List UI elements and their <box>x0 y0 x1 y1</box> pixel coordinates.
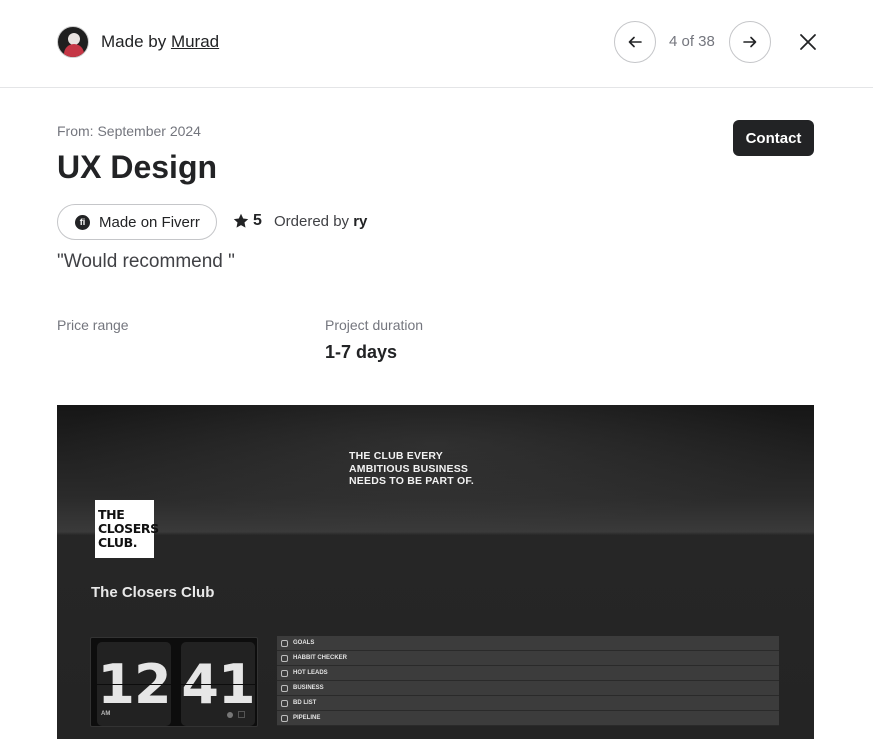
list-item: HABBIT CHECKER <box>277 651 779 666</box>
goals-icon <box>281 639 288 647</box>
rating-value: 5 <box>253 212 262 229</box>
next-button[interactable] <box>729 21 771 63</box>
list-item: BD LIST <box>277 696 779 711</box>
maker-name-link[interactable]: Murad <box>171 32 219 51</box>
closers-club-logo: THE CLOSERS CLUB. <box>95 500 159 558</box>
project-duration-label: Project duration <box>325 317 424 333</box>
modal-header: Made by Murad 4 of 38 <box>0 0 873 88</box>
menu-item-label: BUSINESS <box>293 685 324 691</box>
buyer-name: ry <box>353 213 368 230</box>
clock-dot-icon <box>227 712 233 718</box>
star-icon <box>233 213 249 228</box>
made-by-prefix: Made by <box>101 32 167 51</box>
image-menu-list: GOALS HABBIT CHECKER HOT LEADS BUSINESS … <box>277 636 779 726</box>
clock-ampm: AM <box>101 711 111 717</box>
tagline-line: NEEDS TO BE PART OF. <box>349 475 474 487</box>
contact-button[interactable]: Contact <box>733 120 814 156</box>
maker-avatar[interactable] <box>57 26 89 58</box>
project-date: From: September 2024 <box>57 123 201 139</box>
price-range-label: Price range <box>57 317 129 333</box>
arrow-right-icon <box>743 36 757 48</box>
flip-clock-widget: 12 41 AM <box>90 637 258 727</box>
people-icon <box>281 669 288 677</box>
image-tagline: THE CLUB EVERY AMBITIOUS BUSINESS NEEDS … <box>349 450 474 488</box>
fiverr-logo-icon: fi <box>75 214 90 230</box>
menu-item-label: BD LIST <box>293 700 317 706</box>
made-on-fiverr-label: Made on Fiverr <box>99 213 200 231</box>
project-duration-value: 1-7 days <box>325 342 398 362</box>
previous-button[interactable] <box>614 21 656 63</box>
menu-item-label: HABBIT CHECKER <box>293 655 347 661</box>
arrow-left-icon <box>628 36 642 48</box>
menu-item-label: GOALS <box>293 640 315 646</box>
checkbox-icon <box>281 654 288 662</box>
logo-line: THE <box>98 507 125 522</box>
tagline-line: THE CLUB EVERY <box>349 450 444 462</box>
ordered-by: Ordered by ry <box>274 213 372 230</box>
clock-settings-icon <box>238 711 245 718</box>
review-quote: "Would recommend " <box>57 251 235 272</box>
close-icon <box>800 34 816 50</box>
item-counter: 4 of 38 <box>669 33 715 50</box>
tagline-line: AMBITIOUS BUSINESS <box>349 462 469 475</box>
briefcase-icon <box>281 684 288 692</box>
rating: 5 <box>233 212 262 230</box>
project-image[interactable]: THE CLUB EVERY AMBITIOUS BUSINESS NEEDS … <box>57 405 814 739</box>
menu-item-label: HOT LEADS <box>293 670 328 676</box>
made-on-fiverr-badge[interactable]: fi Made on Fiverr <box>57 204 217 240</box>
project-title: UX Design <box>57 149 218 185</box>
logo-line: CLOSERS <box>98 521 159 536</box>
list-item: HOT LEADS <box>277 666 779 681</box>
menu-item-label: PIPELINE <box>293 715 321 721</box>
logo-line: CLUB. <box>98 535 138 550</box>
made-by-text: Made by Murad <box>101 32 219 52</box>
list-item: GOALS <box>277 636 779 651</box>
close-button[interactable] <box>796 30 820 54</box>
image-club-title: The Closers Club <box>91 584 215 601</box>
list-item: BUSINESS <box>277 681 779 696</box>
list-icon <box>281 699 288 707</box>
list-item: PIPELINE <box>277 711 779 726</box>
table-icon <box>281 714 288 722</box>
ordered-by-prefix: Ordered by <box>274 213 350 230</box>
